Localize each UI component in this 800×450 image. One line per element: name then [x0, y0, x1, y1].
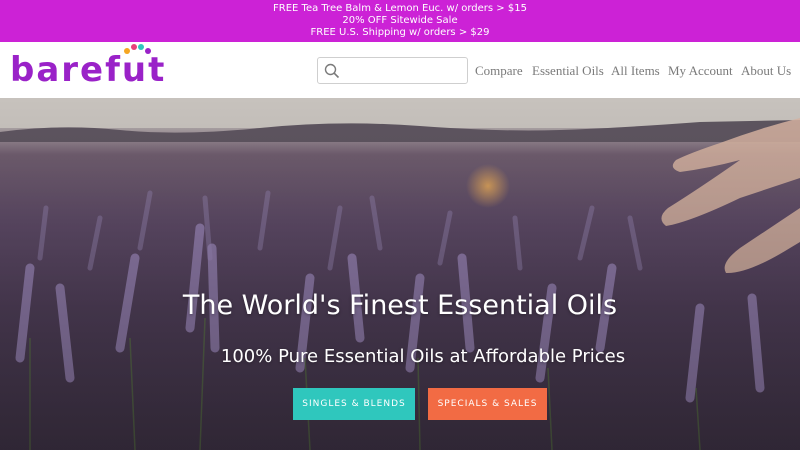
- promo-line-1: FREE Tea Tree Balm & Lemon Euc. w/ order…: [273, 3, 527, 14]
- main-nav: Compare Essential Oils All Items My Acco…: [0, 63, 800, 79]
- nav-essential-oils[interactable]: Essential Oils: [532, 63, 604, 79]
- nav-about-us[interactable]: About Us: [741, 63, 791, 79]
- nav-my-account[interactable]: My Account: [668, 63, 733, 79]
- logo-dots-icon: [123, 44, 151, 54]
- promo-bar: FREE Tea Tree Balm & Lemon Euc. w/ order…: [0, 0, 800, 42]
- nav-all-items[interactable]: All Items: [611, 63, 660, 79]
- hero-subtitle: 100% Pure Essential Oils at Affordable P…: [220, 346, 626, 367]
- hero-banner: The World's Finest Essential Oils 100% P…: [0, 98, 800, 450]
- hero-title: The World's Finest Essential Oils: [182, 290, 618, 321]
- singles-blends-button[interactable]: SINGLES & BLENDS: [293, 388, 415, 420]
- site-header: baref u t Compare Essential Oils All Ite…: [0, 42, 800, 98]
- promo-line-3: FREE U.S. Shipping w/ orders > $29: [310, 27, 490, 38]
- nav-compare[interactable]: Compare: [475, 63, 523, 79]
- promo-line-2: 20% OFF Sitewide Sale: [342, 15, 458, 26]
- specials-sales-button[interactable]: SPECIALS & SALES: [428, 388, 547, 420]
